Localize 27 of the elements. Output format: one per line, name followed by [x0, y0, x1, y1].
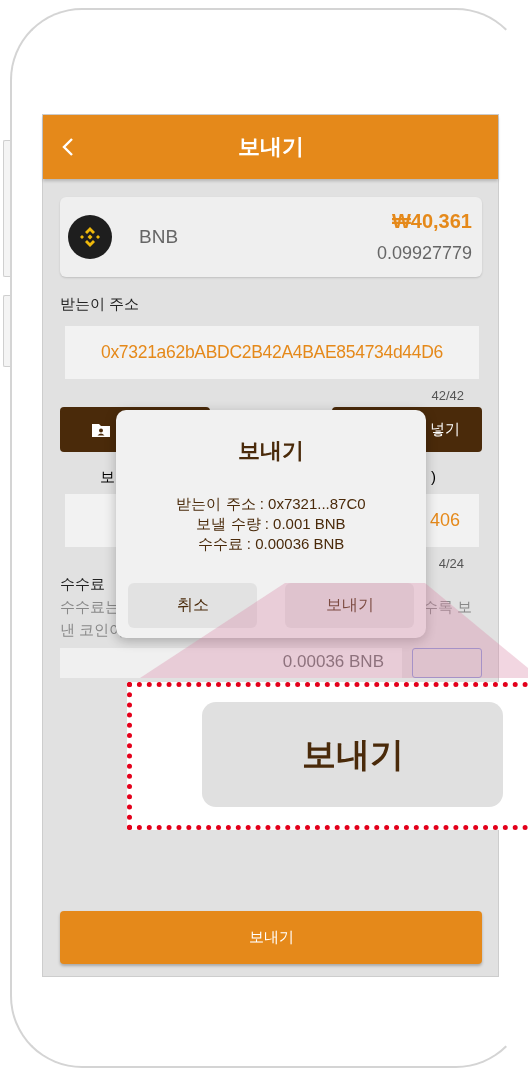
- char-counter: 42/42: [431, 388, 464, 403]
- address-field[interactable]: 0x7321a62bABDC2B42A4BAE854734d44D6: [65, 326, 479, 379]
- fee-description: 수수료는: [60, 598, 120, 617]
- field-label: ): [431, 468, 436, 487]
- dialog-message: 받는이 주소 : 0x7321...87C0: [176, 494, 366, 514]
- coin-card[interactable]: BNB ₩40,361 0.09927779: [60, 197, 482, 277]
- send-button[interactable]: 보내기: [60, 911, 482, 964]
- fee-description: 수록 보: [422, 598, 472, 617]
- unit-box[interactable]: [412, 648, 482, 678]
- back-icon[interactable]: [62, 137, 74, 157]
- cancel-button[interactable]: 취소: [128, 583, 257, 628]
- field-label: 받는이 주소: [60, 295, 141, 314]
- send-button[interactable]: 보내기: [285, 583, 414, 628]
- dialog-message: 보낼 수량 : 0.001 BNB: [195, 514, 347, 534]
- coin-balance: 0.09927779: [376, 243, 472, 264]
- coin-icon: [68, 215, 112, 259]
- screen-title: 보내기: [237, 133, 304, 161]
- contact-card-icon: [91, 421, 111, 438]
- coin-value: ₩40,361: [391, 210, 472, 233]
- field-label: 보: [100, 468, 115, 487]
- coin-name: BNB: [139, 226, 180, 248]
- section-label: 수수료: [60, 575, 106, 594]
- enlarged-send-button[interactable]: 보내기: [202, 702, 503, 807]
- char-counter: 4/24: [438, 556, 464, 571]
- dialog-title: 보내기: [238, 437, 304, 465]
- fee-field[interactable]: 0.00036 BNB: [60, 648, 402, 678]
- dialog-message: 수수료 : 0.00036 BNB: [196, 534, 346, 554]
